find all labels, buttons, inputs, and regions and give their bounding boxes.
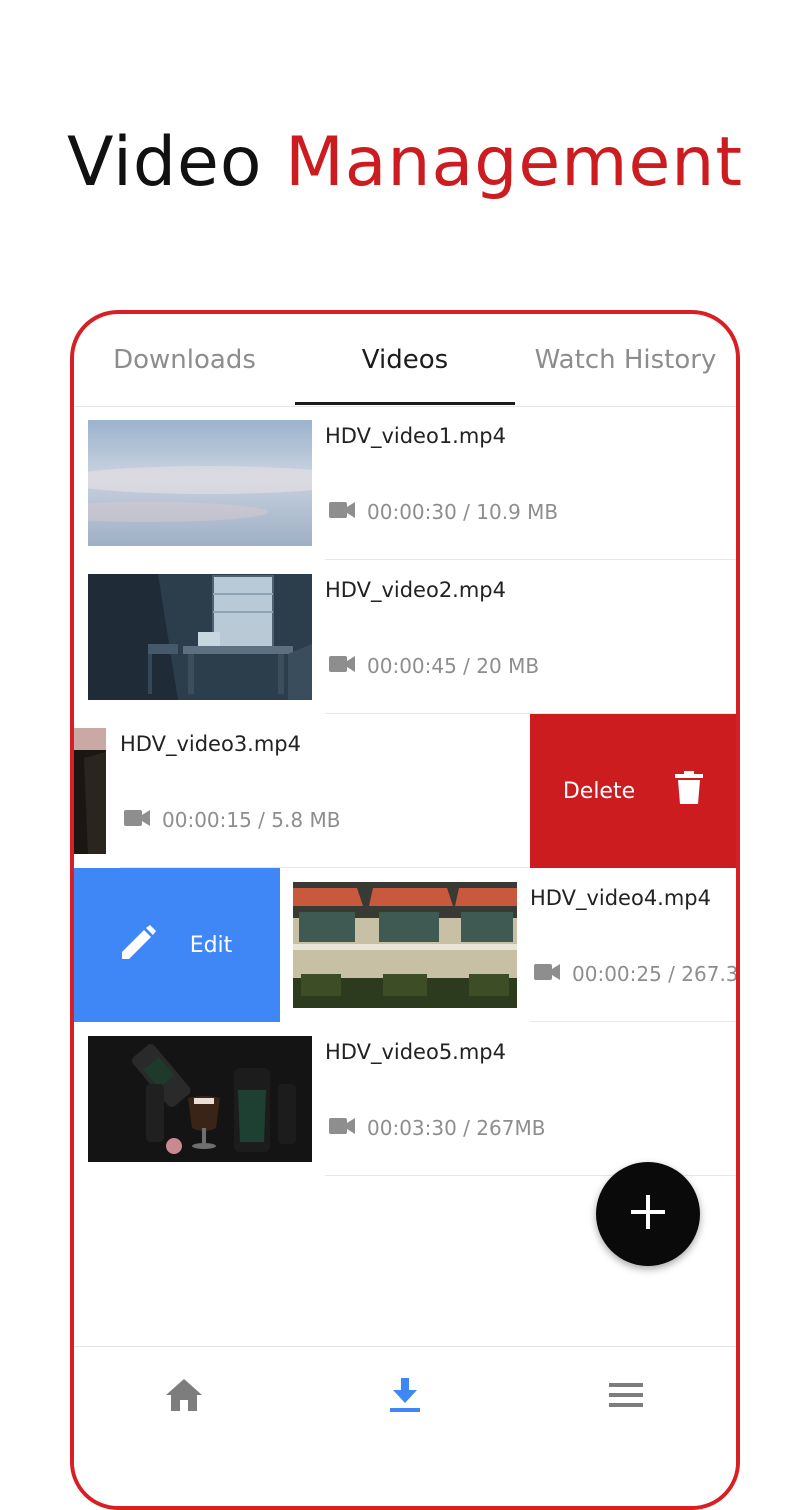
videocam-icon <box>329 1116 367 1140</box>
video-meta: 00:00:45 / 20 MB <box>329 654 539 678</box>
edit-action-button[interactable]: Edit <box>74 868 280 1022</box>
videocam-icon <box>124 808 162 832</box>
video-title: HDV_video3.mp4 <box>120 732 302 756</box>
add-video-fab[interactable] <box>596 1162 700 1266</box>
video-title: HDV_video1.mp4 <box>325 424 507 448</box>
nav-downloads[interactable] <box>295 1347 515 1447</box>
plus-icon <box>631 1195 665 1233</box>
tab-watch-history[interactable]: Watch History <box>515 314 736 406</box>
video-row-4[interactable]: Edit HDV_video4.mp4 00:00:25 / 267.3 <box>74 868 736 1022</box>
video-duration-size: 00:00:30 / 10.9 MB <box>367 500 559 524</box>
headline: Video Management <box>0 118 810 208</box>
video-title: HDV_video4.mp4 <box>530 886 712 910</box>
menu-icon <box>609 1383 643 1411</box>
video-row-2[interactable]: HDV_video2.mp4 00:00:45 / 20 MB <box>74 560 736 714</box>
delete-label: Delete <box>562 778 636 804</box>
video-title: HDV_video2.mp4 <box>325 578 507 602</box>
video-title: HDV_video5.mp4 <box>325 1040 507 1064</box>
edit-label: Edit <box>189 932 233 958</box>
video-duration-size: 00:00:15 / 5.8 MB <box>162 808 341 832</box>
video-meta: 00:00:15 / 5.8 MB <box>124 808 340 832</box>
tab-bar: Downloads Videos Watch History <box>74 314 736 407</box>
pencil-icon <box>121 925 156 965</box>
video-row-1[interactable]: HDV_video1.mp4 00:00:30 / 10.9 MB <box>74 406 736 560</box>
video-row-3[interactable]: HDV_video3.mp4 00:00:15 / 5.8 MB Delete <box>74 714 736 868</box>
video-meta: 00:03:30 / 267MB <box>329 1116 545 1140</box>
video-thumbnail-4 <box>293 882 517 1008</box>
tab-videos[interactable]: Videos <box>295 314 515 406</box>
nav-home[interactable] <box>74 1347 294 1447</box>
video-thumbnail-1 <box>88 420 312 546</box>
download-icon <box>390 1378 420 1416</box>
video-meta: 00:00:25 / 267.3 <box>534 962 739 986</box>
videocam-icon <box>329 654 367 678</box>
videocam-icon <box>329 500 367 524</box>
video-thumbnail-2 <box>88 574 312 700</box>
tab-downloads[interactable]: Downloads <box>74 314 295 406</box>
phone-frame: Downloads Videos Watch History HDV_video… <box>70 310 740 1510</box>
trash-icon <box>675 771 704 811</box>
video-duration-size: 00:03:30 / 267MB <box>367 1116 546 1140</box>
video-row-5[interactable]: HDV_video5.mp4 00:03:30 / 267MB <box>74 1022 736 1176</box>
video-thumbnail-5 <box>88 1036 312 1162</box>
headline-word-video: Video <box>66 123 263 202</box>
bottom-navigation <box>74 1346 736 1506</box>
video-duration-size: 00:00:25 / 267.3 <box>572 962 739 986</box>
video-meta: 00:00:30 / 10.9 MB <box>329 500 558 524</box>
video-duration-size: 00:00:45 / 20 MB <box>367 654 540 678</box>
headline-word-management: Management <box>285 123 744 202</box>
delete-action-button[interactable]: Delete <box>530 714 736 868</box>
tab-indicator <box>295 402 515 405</box>
nav-menu[interactable] <box>516 1347 736 1447</box>
home-icon <box>166 1379 202 1415</box>
videocam-icon <box>534 962 572 986</box>
video-thumbnail-3 <box>74 728 106 854</box>
